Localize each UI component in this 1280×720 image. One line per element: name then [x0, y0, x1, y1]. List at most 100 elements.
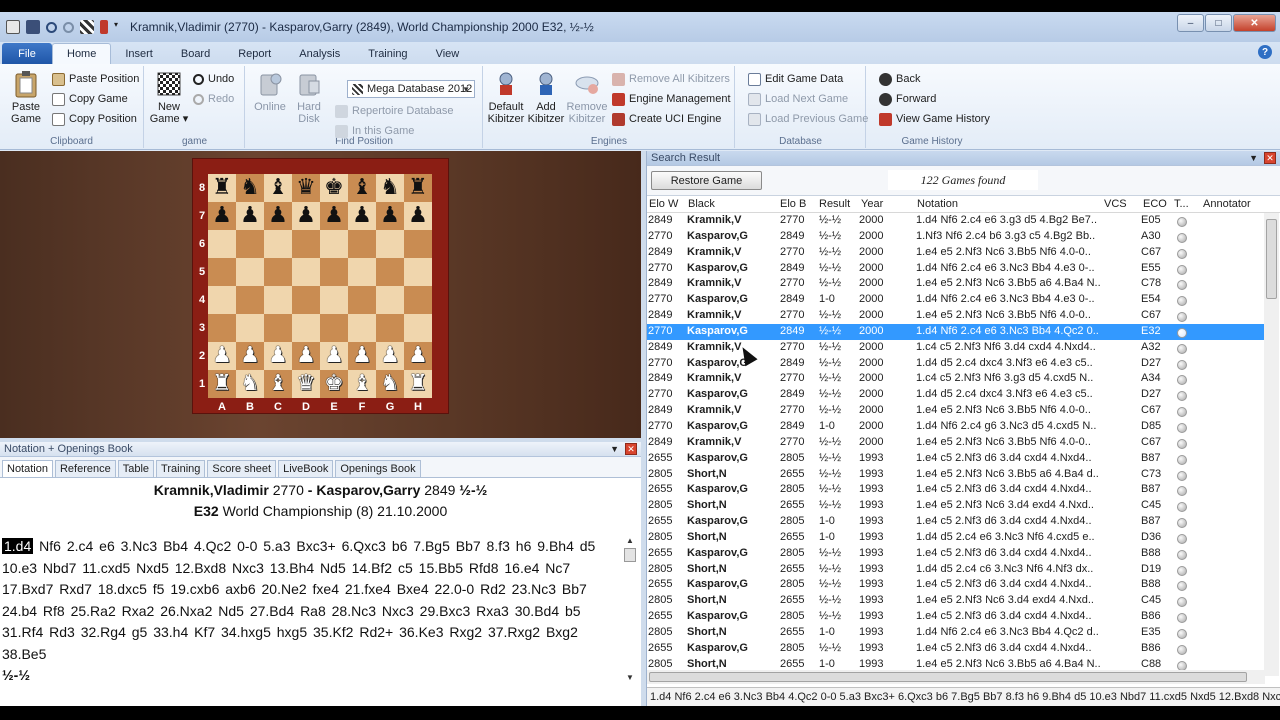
help-icon[interactable]: ? — [1258, 45, 1272, 59]
tab-training[interactable]: Training — [354, 43, 421, 64]
engine-icon[interactable] — [100, 20, 108, 34]
white-pawn-icon[interactable]: ♟ — [380, 342, 400, 370]
tab-livebook[interactable]: LiveBook — [278, 460, 334, 477]
close-search-pane-icon[interactable]: ✕ — [1264, 152, 1276, 164]
black-king-icon[interactable]: ♚ — [324, 174, 344, 202]
load-next-game-button[interactable]: Load Next Game — [748, 91, 848, 107]
white-pawn-icon[interactable]: ♟ — [296, 342, 316, 370]
tab-score-sheet[interactable]: Score sheet — [207, 460, 277, 477]
square-b5[interactable] — [236, 258, 264, 286]
board-icon[interactable] — [80, 20, 94, 34]
undo-icon[interactable] — [46, 21, 57, 33]
square-b4[interactable] — [236, 286, 264, 314]
file-tab[interactable]: File — [2, 43, 52, 64]
save-icon[interactable] — [26, 20, 40, 34]
square-e1[interactable]: ♚ — [320, 370, 348, 398]
tab-training[interactable]: Training — [156, 460, 206, 477]
white-knight-icon[interactable]: ♞ — [240, 370, 260, 398]
square-d2[interactable]: ♟ — [292, 342, 320, 370]
table-row[interactable]: 2655 Kasparov,G 2805 1-0 1993 1.e4 c5 2.Nf3 d… — [647, 514, 1265, 530]
tab-home[interactable]: Home — [52, 43, 112, 64]
table-row[interactable]: 2849 Kramnik,V 2770 ½-½ 2000 1.e4 e5 2.Nf3 Nc… — [647, 276, 1265, 292]
black-knight-icon[interactable]: ♞ — [380, 174, 400, 202]
square-e4[interactable] — [320, 286, 348, 314]
square-a6[interactable] — [208, 230, 236, 258]
copy-position-button[interactable]: Copy Position — [52, 111, 137, 127]
square-c5[interactable] — [264, 258, 292, 286]
square-h7[interactable]: ♟ — [404, 202, 432, 230]
square-b3[interactable] — [236, 314, 264, 342]
square-f5[interactable] — [348, 258, 376, 286]
default-kibitzer-button[interactable]: Default Kibitzer — [486, 70, 526, 125]
square-f4[interactable] — [348, 286, 376, 314]
white-pawn-icon[interactable]: ♟ — [268, 342, 288, 370]
square-g6[interactable] — [376, 230, 404, 258]
scroll-down-icon[interactable]: ▼ — [626, 673, 634, 682]
tab-insert[interactable]: Insert — [111, 43, 167, 64]
results-scroll-thumb[interactable] — [1266, 219, 1277, 299]
notation-scroll-thumb[interactable] — [624, 548, 636, 562]
results-horizontal-scrollbar[interactable] — [647, 670, 1265, 684]
square-e8[interactable]: ♚ — [320, 174, 348, 202]
move-list[interactable]: 1.d4 Nf6 2.c4 e6 3.Nc3 Bb4 4.Qc2 0-0 5.a… — [2, 536, 617, 687]
white-pawn-icon[interactable]: ♟ — [324, 342, 344, 370]
table-row[interactable]: 2770 Kasparov,G 2849 ½-½ 2000 1.Nf3 Nf6 2.c4 … — [647, 229, 1265, 245]
view-game-history-button[interactable]: View Game History — [879, 111, 990, 127]
table-row[interactable]: 2805 Short,N 2655 ½-½ 1993 1.e4 e5 2.Nf3 Nc6 … — [647, 593, 1265, 609]
repertoire-database-button[interactable]: Repertoire Database — [335, 103, 454, 119]
table-row[interactable]: 2655 Kasparov,G 2805 ½-½ 1993 1.e4 c5 2.Nf3 d… — [647, 451, 1265, 467]
white-pawn-icon[interactable]: ♟ — [408, 342, 428, 370]
maximize-button[interactable]: □ — [1205, 14, 1232, 32]
square-c4[interactable] — [264, 286, 292, 314]
square-a4[interactable] — [208, 286, 236, 314]
tab-view[interactable]: View — [422, 43, 474, 64]
col-result[interactable]: Result — [819, 198, 850, 210]
square-c3[interactable] — [264, 314, 292, 342]
forward-button[interactable]: Forward — [879, 91, 936, 107]
square-a2[interactable]: ♟ — [208, 342, 236, 370]
square-h4[interactable] — [404, 286, 432, 314]
white-bishop-icon[interactable]: ♝ — [268, 370, 288, 398]
tab-reference[interactable]: Reference — [54, 460, 116, 477]
square-a3[interactable] — [208, 314, 236, 342]
pane-menu-icon[interactable]: ▼ — [610, 444, 619, 454]
black-bishop-icon[interactable]: ♝ — [352, 174, 372, 202]
square-g7[interactable]: ♟ — [376, 202, 404, 230]
white-rook-icon[interactable]: ♜ — [212, 370, 232, 398]
black-knight-icon[interactable]: ♞ — [240, 174, 260, 202]
square-c6[interactable] — [264, 230, 292, 258]
square-g8[interactable]: ♞ — [376, 174, 404, 202]
square-d3[interactable] — [292, 314, 320, 342]
square-a8[interactable]: ♜ — [208, 174, 236, 202]
square-d7[interactable]: ♟ — [292, 202, 320, 230]
black-pawn-icon[interactable]: ♟ — [296, 202, 316, 230]
square-a1[interactable]: ♜ — [208, 370, 236, 398]
white-bishop-icon[interactable]: ♝ — [352, 370, 372, 398]
square-d8[interactable]: ♛ — [292, 174, 320, 202]
black-pawn-icon[interactable]: ♟ — [212, 202, 232, 230]
black-pawn-icon[interactable]: ♟ — [352, 202, 372, 230]
table-row[interactable]: 2770 Kasparov,G 2849 ½-½ 2000 1.d4 Nf6 2.c4 e… — [647, 323, 1265, 340]
col-notation[interactable]: Notation — [917, 198, 958, 210]
col-elo-w[interactable]: Elo W — [649, 198, 678, 210]
col-eco[interactable]: ECO — [1143, 198, 1167, 210]
search-pane-menu-icon[interactable]: ▼ — [1249, 153, 1258, 163]
notation-scrollbar[interactable]: ▲ ▼ — [623, 536, 637, 682]
square-c8[interactable]: ♝ — [264, 174, 292, 202]
square-b7[interactable]: ♟ — [236, 202, 264, 230]
square-g3[interactable] — [376, 314, 404, 342]
table-row[interactable]: 2770 Kasparov,G 2849 ½-½ 2000 1.d4 d5 2.c4 dx… — [647, 387, 1265, 403]
square-b1[interactable]: ♞ — [236, 370, 264, 398]
square-e3[interactable] — [320, 314, 348, 342]
black-pawn-icon[interactable]: ♟ — [268, 202, 288, 230]
square-h6[interactable] — [404, 230, 432, 258]
col-year[interactable]: Year — [861, 198, 883, 210]
white-pawn-icon[interactable]: ♟ — [240, 342, 260, 370]
redo-button[interactable]: Redo — [193, 91, 234, 107]
square-g5[interactable] — [376, 258, 404, 286]
black-pawn-icon[interactable]: ♟ — [408, 202, 428, 230]
square-h2[interactable]: ♟ — [404, 342, 432, 370]
results-hscroll-thumb[interactable] — [649, 672, 1247, 682]
database-select[interactable]: Mega Database 2012 ▼ — [347, 80, 475, 98]
col-vcs[interactable]: VCS — [1104, 198, 1127, 210]
